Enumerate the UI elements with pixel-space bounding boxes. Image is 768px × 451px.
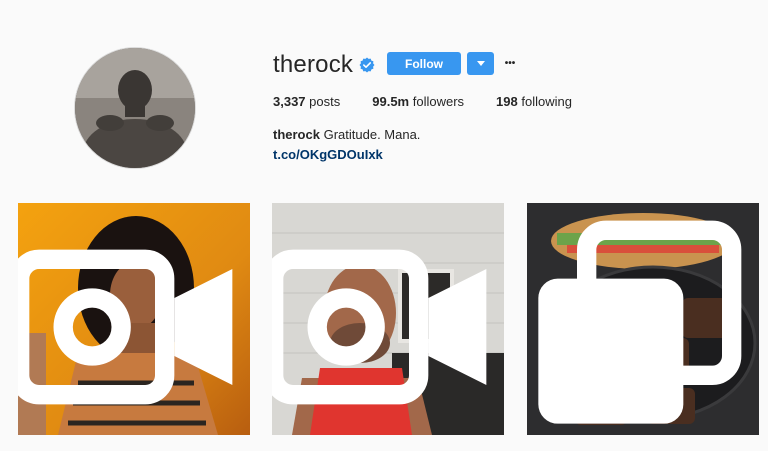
post-thumbnail[interactable] xyxy=(527,203,759,435)
bio-text: Gratitude. Mana. xyxy=(323,127,421,142)
caret-down-icon xyxy=(476,61,485,66)
avatar-photo xyxy=(75,48,195,168)
video-camera-icon xyxy=(18,249,233,405)
post-thumbnail[interactable] xyxy=(272,203,504,435)
username-row: therock xyxy=(273,50,375,80)
follow-button[interactable]: Follow xyxy=(387,52,461,75)
posts-label: posts xyxy=(309,94,341,109)
followers-count: 99.5m xyxy=(372,94,410,109)
following-count: 198 xyxy=(496,94,518,109)
more-options-button[interactable]: ••• xyxy=(500,52,520,75)
verified-badge-icon xyxy=(359,57,375,73)
following-label: following xyxy=(521,94,572,109)
more-options-icon: ••• xyxy=(504,58,516,69)
profile-bio: therock Gratitude. Mana. xyxy=(273,127,420,142)
bio-link[interactable]: t.co/OKgGDOuIxk xyxy=(273,147,383,162)
posts-count: 3,337 xyxy=(273,94,306,109)
followers-stat[interactable]: 99.5m followers xyxy=(372,94,464,109)
profile-avatar[interactable] xyxy=(74,47,196,169)
suggested-dropdown-button[interactable] xyxy=(467,52,494,75)
followers-label: followers xyxy=(412,94,465,109)
bio-name: therock xyxy=(273,127,320,142)
profile-username: therock xyxy=(273,51,354,78)
multiple-images-icon xyxy=(538,220,742,424)
profile-stats: 3,337 posts 99.5m followers 198 followin… xyxy=(273,94,604,109)
video-camera-icon xyxy=(272,249,487,405)
following-stat[interactable]: 198 following xyxy=(496,94,572,109)
post-thumbnail[interactable] xyxy=(18,203,250,435)
posts-stat: 3,337 posts xyxy=(273,94,340,109)
